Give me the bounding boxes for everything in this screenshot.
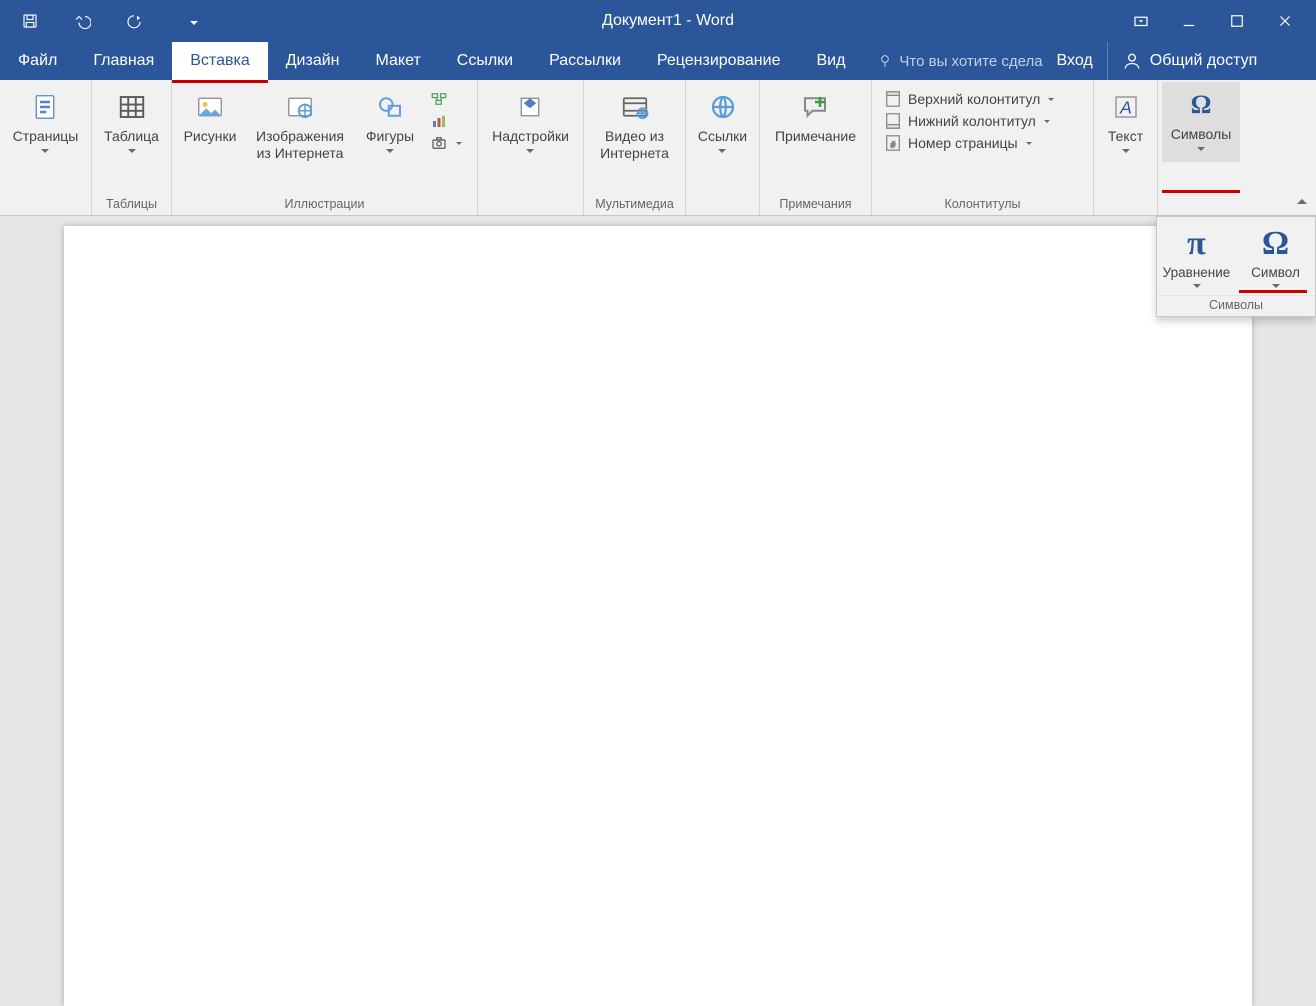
document-page[interactable] <box>64 226 1252 1006</box>
video-icon <box>620 90 650 124</box>
share-label: Общий доступ <box>1150 52 1258 70</box>
title-bar: Документ1 - Word <box>0 0 1316 42</box>
document-area <box>0 216 1316 637</box>
window-title: Документ1 - Word <box>208 0 1128 42</box>
tell-me-placeholder: Что вы хотите сдела <box>899 53 1042 70</box>
header-button[interactable]: Верхний колонтитул <box>884 90 1054 108</box>
addins-label: Надстройки <box>492 128 569 145</box>
qat-undo-button[interactable] <box>68 7 96 35</box>
footer-button[interactable]: Нижний колонтитул <box>884 112 1054 130</box>
video-label-2: Интернета <box>600 145 669 162</box>
addins-button[interactable]: Надстройки <box>488 86 573 164</box>
pages-button[interactable]: Страницы <box>9 86 83 164</box>
shapes-button[interactable]: Фигуры <box>358 86 422 164</box>
page-number-button[interactable]: # Номер страницы <box>884 134 1054 152</box>
comment-label: Примечание <box>775 128 856 145</box>
ribbon-tabs: Файл Главная Вставка Дизайн Макет Ссылки… <box>0 42 1316 80</box>
equation-label: Уравнение <box>1163 265 1231 280</box>
ribbon: Страницы Таблица Таблицы Рисунки <box>0 80 1316 216</box>
qat-customize-button[interactable] <box>180 7 208 35</box>
collapse-ribbon-button[interactable] <box>1294 193 1310 209</box>
group-illustrations-label: Иллюстрации <box>172 195 477 215</box>
group-headerfooter-label: Колонтитулы <box>872 195 1093 215</box>
chart-button[interactable] <box>430 112 462 130</box>
qat-redo-button[interactable] <box>120 7 148 35</box>
text-label: Текст <box>1108 128 1143 145</box>
svg-text:A: A <box>1119 97 1132 117</box>
tell-me-search[interactable]: Что вы хотите сдела <box>877 42 1042 80</box>
symbols-dropdown-panel: π Уравнение Ω Символ Символы <box>1156 216 1316 317</box>
tab-insert[interactable]: Вставка <box>172 42 267 80</box>
links-button[interactable]: Ссылки <box>691 86 755 164</box>
online-pictures-label-1: Изображения <box>256 128 344 145</box>
page-number-label: Номер страницы <box>908 135 1018 151</box>
table-label: Таблица <box>104 128 159 145</box>
video-label-1: Видео из <box>600 128 669 145</box>
pages-label: Страницы <box>13 128 79 145</box>
symbols-panel-group-label: Символы <box>1157 295 1315 316</box>
pictures-button[interactable]: Рисунки <box>178 86 242 164</box>
online-video-button[interactable]: Видео из Интернета <box>596 86 673 164</box>
symbol-button[interactable]: Ω Символ <box>1236 217 1315 290</box>
pi-icon: π <box>1187 227 1206 265</box>
symbol-label: Символ <box>1251 265 1300 280</box>
pictures-label: Рисунки <box>184 128 237 145</box>
table-button[interactable]: Таблица <box>100 86 164 164</box>
close-button[interactable] <box>1272 8 1298 34</box>
qat-save-button[interactable] <box>16 7 44 35</box>
online-pictures-icon <box>285 90 315 124</box>
comment-icon <box>800 90 830 124</box>
footer-label: Нижний колонтитул <box>908 113 1036 129</box>
tab-review[interactable]: Рецензирование <box>639 42 799 80</box>
tab-view[interactable]: Вид <box>798 42 863 80</box>
group-media-label: Мультимедиа <box>584 195 685 215</box>
omega-icon: Ω <box>1191 88 1212 122</box>
sign-in-button[interactable]: Вход <box>1043 42 1107 80</box>
equation-button[interactable]: π Уравнение <box>1157 217 1236 290</box>
share-button[interactable]: Общий доступ <box>1107 42 1272 80</box>
text-icon: A <box>1111 90 1141 124</box>
tab-mailings[interactable]: Рассылки <box>531 42 639 80</box>
text-button[interactable]: A Текст <box>1094 86 1158 164</box>
tab-home[interactable]: Главная <box>75 42 172 80</box>
addins-icon <box>515 90 545 124</box>
screenshot-button[interactable] <box>430 134 462 152</box>
online-pictures-button[interactable]: Изображения из Интернета <box>250 86 350 164</box>
page-icon <box>30 90 60 124</box>
links-icon <box>708 90 738 124</box>
tab-file[interactable]: Файл <box>0 42 75 80</box>
links-label: Ссылки <box>698 128 747 145</box>
tab-design[interactable]: Дизайн <box>268 42 358 80</box>
smartart-button[interactable] <box>430 90 462 108</box>
omega-icon: Ω <box>1262 227 1289 265</box>
shapes-label: Фигуры <box>366 128 414 145</box>
comment-button[interactable]: Примечание <box>771 86 860 164</box>
header-label: Верхний колонтитул <box>908 91 1040 107</box>
symbols-label: Символы <box>1171 126 1232 143</box>
online-pictures-label-2: из Интернета <box>256 145 344 162</box>
symbols-button[interactable]: Ω Символы <box>1162 82 1240 162</box>
tab-references[interactable]: Ссылки <box>439 42 531 80</box>
shapes-icon <box>375 90 405 124</box>
tab-layout[interactable]: Макет <box>358 42 439 80</box>
pictures-icon <box>195 90 225 124</box>
group-comments-label: Примечания <box>760 195 871 215</box>
ribbon-display-options-button[interactable] <box>1128 8 1154 34</box>
table-icon <box>117 90 147 124</box>
minimize-button[interactable] <box>1176 8 1202 34</box>
group-tables-label: Таблицы <box>92 195 171 215</box>
svg-text:#: # <box>891 141 896 150</box>
maximize-button[interactable] <box>1224 8 1250 34</box>
